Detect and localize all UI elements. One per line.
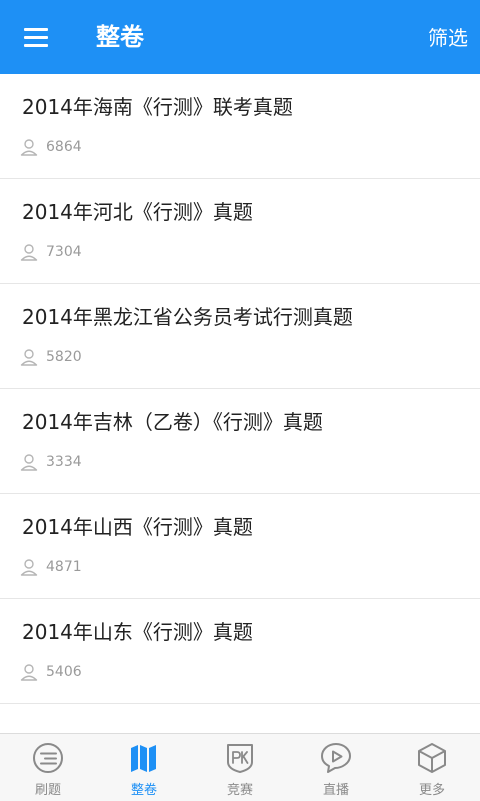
tab-label: 更多 xyxy=(418,783,445,798)
paper-title: 2014年黑龙江省公务员考试行测真题 xyxy=(22,305,353,329)
tab-label: 直播 xyxy=(322,783,349,798)
more-cube-icon xyxy=(418,743,446,773)
tab-live[interactable]: 直播 xyxy=(288,734,384,801)
paper-title: 2014年海南《行测》联考真题 xyxy=(22,95,293,119)
live-icon xyxy=(321,743,351,773)
list-item[interactable]: 2014年黑龙江省公务员考试行测真题 5820 xyxy=(0,284,480,389)
book-icon xyxy=(131,745,156,772)
tab-competition[interactable]: 竞赛 xyxy=(192,734,288,801)
tab-practice[interactable]: 刷题 xyxy=(0,734,96,801)
user-icon xyxy=(20,244,38,261)
tab-label: 刷题 xyxy=(34,783,61,798)
view-count: 6864 xyxy=(46,139,82,155)
bottom-tab-bar: 刷题 整卷 竞赛 直播 更多 xyxy=(0,733,480,801)
menu-button[interactable] xyxy=(22,24,52,50)
pk-icon xyxy=(227,744,253,773)
user-icon xyxy=(20,139,38,156)
paper-title: 2014年吉林（乙卷）《行测》真题 xyxy=(22,410,323,434)
user-icon xyxy=(20,349,38,366)
menu-icon xyxy=(24,28,48,31)
tab-papers[interactable]: 整卷 xyxy=(96,734,192,801)
view-count: 4871 xyxy=(46,559,82,575)
paper-title: 2014年河北《行测》真题 xyxy=(22,200,253,224)
list-item[interactable]: 2014年山东《行测》真题 5406 xyxy=(0,599,480,704)
tab-more[interactable]: 更多 xyxy=(384,734,480,801)
user-icon xyxy=(20,559,38,576)
practice-icon xyxy=(33,743,63,773)
view-count: 5406 xyxy=(46,664,82,680)
filter-button[interactable]: 筛选 xyxy=(428,21,468,55)
paper-list: 2014年海南《行测》联考真题 6864 2014年河北《行测》真题 7304 … xyxy=(0,74,480,704)
list-item[interactable]: 2014年山西《行测》真题 4871 xyxy=(0,494,480,599)
user-icon xyxy=(20,664,38,681)
page-title: 整卷 xyxy=(96,23,144,51)
view-count: 5820 xyxy=(46,349,82,365)
paper-title: 2014年山西《行测》真题 xyxy=(22,515,253,539)
view-count: 3334 xyxy=(46,454,82,470)
tab-label: 整卷 xyxy=(130,783,157,798)
tab-label: 竞赛 xyxy=(226,783,253,798)
view-count: 7304 xyxy=(46,244,82,260)
user-icon xyxy=(20,454,38,471)
list-item[interactable]: 2014年河北《行测》真题 7304 xyxy=(0,179,480,284)
app-header: 整卷 筛选 xyxy=(0,0,480,74)
list-item[interactable]: 2014年海南《行测》联考真题 6864 xyxy=(0,74,480,179)
paper-title: 2014年山东《行测》真题 xyxy=(22,620,253,644)
list-item[interactable]: 2014年吉林（乙卷）《行测》真题 3334 xyxy=(0,389,480,494)
